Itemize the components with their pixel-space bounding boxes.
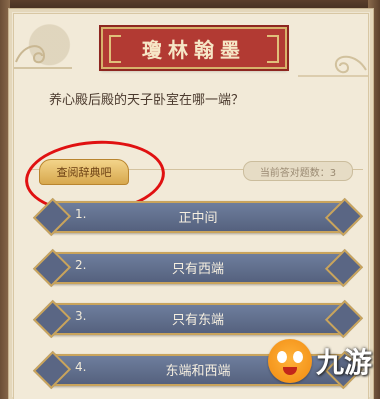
- site-watermark: 九游: [268, 332, 380, 390]
- question-text: 养心殿后殿的天子卧室在哪一端？: [49, 93, 245, 108]
- mascot-eye: [293, 351, 303, 363]
- option-button-2[interactable]: 2. 只有西端: [32, 248, 364, 288]
- mascot-eye: [277, 351, 287, 363]
- mascot-mouth: [283, 367, 297, 375]
- title-banner: 瓊林翰墨: [101, 27, 287, 69]
- option-button-3[interactable]: 3. 只有东端: [32, 299, 364, 339]
- option-button-1[interactable]: 1. 正中间: [32, 197, 364, 237]
- answer-count-badge: 当前答对题数：3: [243, 161, 353, 181]
- cloud-ornament-icon: [14, 45, 72, 69]
- option-label: 只有东端: [171, 313, 224, 328]
- option-label: 只有西端: [171, 262, 224, 277]
- watermark-text: 九游: [316, 346, 373, 379]
- option-label: 正中间: [178, 211, 218, 226]
- mascot-face-icon: [268, 339, 312, 383]
- game-screen: 瓊林翰墨 养心殿后殿的天子卧室在哪一端？ 查阅辞典吧 当前答对题数：3 1. 正…: [0, 0, 380, 399]
- panel-title: 瓊林翰墨: [142, 37, 246, 62]
- cloud-ornament-icon: [298, 55, 368, 77]
